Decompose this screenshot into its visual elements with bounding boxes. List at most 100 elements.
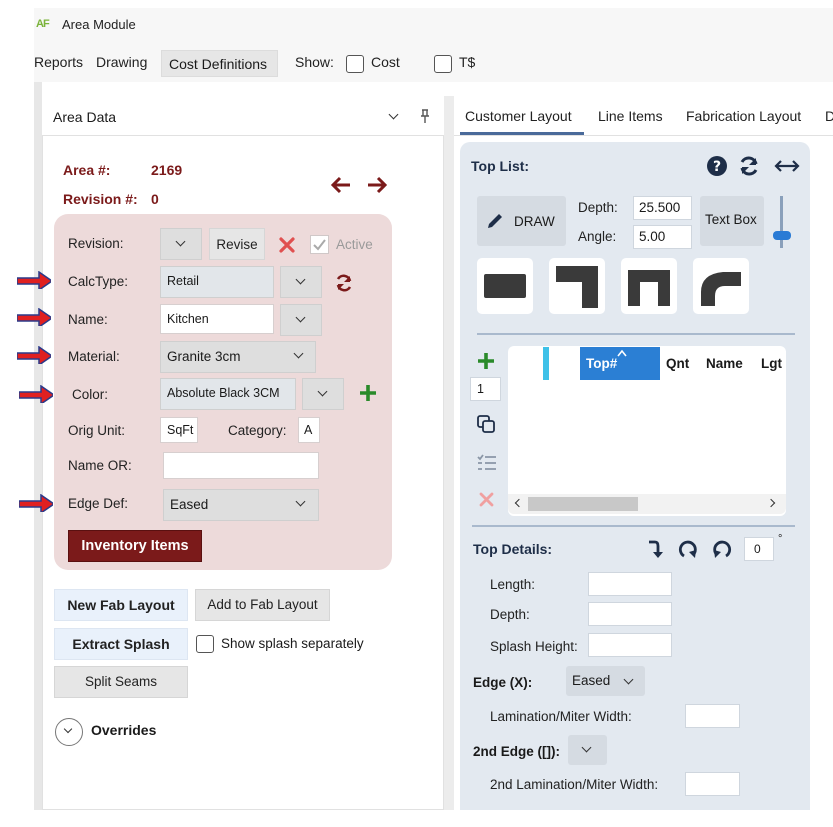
edge-def-select[interactable]: Eased (163, 489, 319, 521)
second-lamination-input[interactable] (685, 772, 740, 796)
revision-number-value: 0 (151, 191, 159, 207)
depth-input[interactable]: 25.500 (633, 196, 692, 220)
window-title: Area Module (62, 17, 136, 32)
arrow-left-icon[interactable] (330, 176, 352, 194)
add-icon[interactable] (476, 351, 496, 371)
tab-line-items[interactable]: Line Items (598, 108, 663, 124)
draw-button[interactable]: DRAW (477, 196, 566, 246)
edge-x-select[interactable]: Eased (566, 666, 645, 696)
length-input[interactable] (588, 572, 672, 596)
color-dropdown[interactable] (302, 378, 344, 410)
add-icon[interactable] (358, 383, 378, 403)
left-gutter (34, 82, 42, 810)
calctype-label: CalcType: (68, 274, 129, 289)
ts-label: T$ (459, 54, 476, 70)
category-label: Category: (228, 423, 287, 438)
menu-drawing[interactable]: Drawing (96, 54, 147, 70)
draw-label: DRAW (514, 214, 555, 229)
panel-splitter[interactable] (444, 96, 454, 810)
help-icon[interactable]: ? (706, 155, 728, 177)
orig-unit-label: Orig Unit: (68, 423, 126, 438)
name-label: Name: (68, 312, 108, 327)
checklist-icon[interactable] (476, 452, 498, 472)
splash-height-label: Splash Height: (490, 639, 578, 654)
shape-rectangle-button[interactable] (477, 258, 533, 314)
shape-u-button[interactable] (621, 258, 677, 314)
name-or-label: Name OR: (68, 458, 132, 473)
lamination-input[interactable] (685, 704, 740, 728)
revise-button[interactable]: Revise (209, 228, 265, 260)
delete-icon[interactable] (479, 492, 494, 507)
panel-title: Area Data (53, 109, 117, 125)
pin-icon[interactable] (418, 108, 432, 124)
add-to-fab-layout-button[interactable]: Add to Fab Layout (195, 589, 330, 621)
column-header-lgt[interactable]: Lgt (761, 356, 782, 371)
calctype-field[interactable]: Retail (160, 266, 274, 298)
chevron-down-icon (295, 312, 306, 323)
color-field[interactable]: Absolute Black 3CM (160, 378, 296, 410)
rectangle-shape-icon (484, 274, 526, 298)
section-divider (477, 333, 795, 335)
tab-fabrication-layout[interactable]: Fabrication Layout (686, 108, 801, 124)
chevron-down-icon (295, 274, 306, 285)
extract-splash-button[interactable]: Extract Splash (54, 628, 188, 660)
rotate-counterclockwise-icon[interactable] (711, 538, 733, 560)
scrollbar-thumb[interactable] (528, 497, 638, 511)
split-seams-button[interactable]: Split Seams (54, 666, 188, 698)
menu-reports[interactable]: Reports (34, 54, 83, 70)
shape-l-button[interactable] (549, 258, 605, 314)
ts-checkbox[interactable] (434, 55, 452, 73)
new-fab-layout-button[interactable]: New Fab Layout (54, 589, 188, 621)
angle-input[interactable]: 5.00 (633, 225, 692, 249)
name-or-input[interactable] (163, 452, 319, 479)
active-checkbox[interactable] (310, 235, 329, 254)
category-value: A (298, 417, 320, 443)
name-dropdown[interactable] (280, 304, 322, 336)
column-header-name[interactable]: Name (706, 356, 743, 371)
rotate-down-icon[interactable] (645, 538, 665, 560)
delete-icon[interactable] (278, 236, 296, 254)
shape-curved-button[interactable] (693, 258, 749, 314)
material-select[interactable]: Granite 3cm (160, 341, 316, 373)
expand-horizontal-icon[interactable] (774, 158, 800, 174)
refresh-icon[interactable] (334, 273, 354, 293)
chevron-down-icon (63, 724, 73, 734)
size-slider-thumb[interactable] (773, 231, 791, 240)
svg-text:?: ? (713, 159, 721, 175)
overrides-label: Overrides (91, 722, 157, 738)
text-box-button[interactable]: Text Box (700, 196, 764, 246)
title-bar (34, 8, 833, 46)
depth-detail-input[interactable] (588, 602, 672, 626)
angle-label: Angle: (578, 229, 617, 244)
rotation-input[interactable]: 0 (744, 537, 774, 561)
overrides-expander[interactable] (55, 718, 83, 746)
arrow-right-icon[interactable] (366, 176, 388, 194)
calctype-dropdown[interactable] (280, 266, 322, 298)
column-header-qnt[interactable]: Qnt (666, 356, 689, 371)
inventory-items-button[interactable]: Inventory Items (68, 530, 202, 562)
show-splash-checkbox[interactable] (196, 635, 214, 653)
active-tab-indicator (460, 132, 584, 135)
tab-customer-layout[interactable]: Customer Layout (465, 108, 572, 124)
name-input[interactable]: Kitchen (160, 304, 274, 334)
cost-checkbox[interactable] (346, 55, 364, 73)
second-edge-select[interactable] (568, 735, 607, 765)
copy-icon[interactable] (476, 414, 496, 434)
edge-def-label: Edge Def: (68, 496, 129, 511)
refresh-icon[interactable] (738, 155, 760, 177)
splash-height-input[interactable] (588, 633, 672, 657)
menu-cost-definitions[interactable]: Cost Definitions (161, 50, 278, 77)
chevron-down-icon (581, 742, 592, 753)
size-slider-track[interactable] (780, 196, 783, 248)
tab-overflow[interactable]: D (825, 108, 833, 124)
curved-shape-icon (701, 272, 741, 306)
u-shape-icon (628, 270, 670, 306)
red-pointer-arrow-icon (19, 494, 53, 512)
column-header-top[interactable]: Top# (580, 347, 660, 380)
quantity-input[interactable]: 1 (470, 377, 501, 401)
material-label: Material: (68, 349, 120, 364)
degree-symbol: ° (778, 533, 783, 545)
revision-dropdown[interactable] (160, 228, 202, 260)
rotate-clockwise-icon[interactable] (677, 538, 699, 560)
red-pointer-arrow-icon (19, 385, 53, 403)
